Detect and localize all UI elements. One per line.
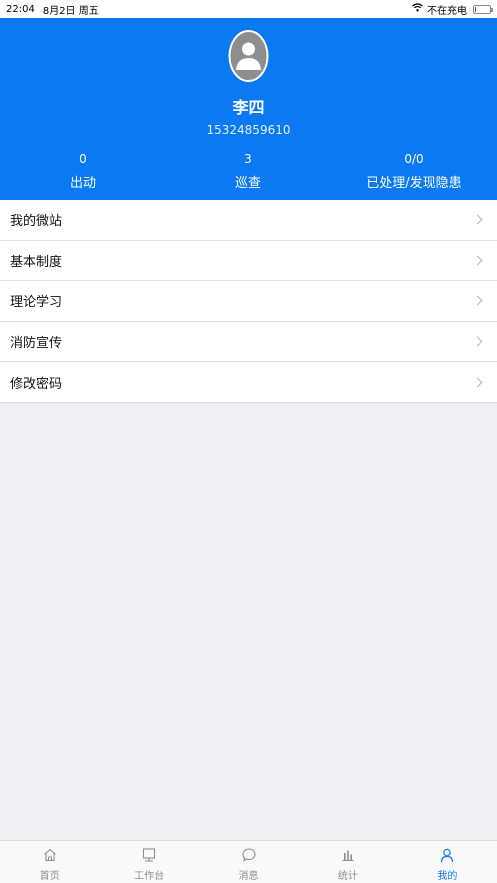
tab-statistics[interactable]: 统计 bbox=[298, 841, 397, 883]
menu-item-label: 基本制度 bbox=[10, 254, 63, 270]
menu-item-theory-study[interactable]: 理论学习 bbox=[0, 281, 497, 322]
chevron-right-icon bbox=[472, 336, 483, 347]
chevron-right-icon bbox=[472, 255, 483, 266]
desktop-icon bbox=[143, 848, 156, 862]
stat-value: 0/0 bbox=[404, 152, 424, 166]
tab-label: 我的 bbox=[437, 871, 458, 882]
chat-bubble-icon bbox=[241, 848, 256, 862]
profile-header: 李四 15324859610 0 出动 3 巡查 0/0 已处理/发现隐患 bbox=[0, 18, 497, 200]
tab-label: 工作台 bbox=[134, 871, 165, 882]
menu-item-fire-publicity[interactable]: 消防宣传 bbox=[0, 321, 497, 363]
menu-item-label: 理论学习 bbox=[10, 295, 63, 311]
menu-item-label: 我的微站 bbox=[10, 214, 63, 230]
stat-patrol[interactable]: 3 巡查 bbox=[168, 150, 328, 191]
charging-status: 不在充电 bbox=[427, 5, 467, 17]
stat-value: 0 bbox=[79, 152, 87, 166]
user-phone: 15324859610 bbox=[206, 123, 291, 137]
stat-dispatch[interactable]: 0 出动 bbox=[3, 150, 163, 191]
chevron-right-icon bbox=[472, 296, 483, 306]
user-name: 李四 bbox=[232, 98, 265, 117]
battery-icon bbox=[473, 4, 493, 14]
stat-value: 3 bbox=[244, 152, 252, 166]
battery-level bbox=[475, 6, 476, 12]
bar-chart-icon bbox=[342, 850, 354, 861]
menu-list: 我的微站 基本制度 理论学习 消防宣传 修改密码 bbox=[0, 200, 497, 403]
status-time: 22:04 bbox=[6, 3, 35, 15]
status-bar: 22:04 8月2日 周五 不在充电 bbox=[0, 0, 497, 18]
menu-item-label: 修改密码 bbox=[10, 376, 63, 392]
chevron-right-icon bbox=[472, 214, 483, 225]
tab-label: 统计 bbox=[337, 871, 358, 882]
tab-label: 首页 bbox=[39, 871, 60, 882]
stat-label: 巡查 bbox=[234, 176, 261, 191]
stat-hazards[interactable]: 0/0 已处理/发现隐患 bbox=[334, 150, 494, 191]
chevron-right-icon bbox=[472, 377, 483, 388]
menu-item-change-password[interactable]: 修改密码 bbox=[0, 362, 497, 403]
tab-bar: 首页 工作台 消息 统计 我的 bbox=[0, 840, 497, 883]
menu-item-basic-rules[interactable]: 基本制度 bbox=[0, 240, 497, 282]
stat-label: 出动 bbox=[69, 176, 96, 191]
avatar-icon bbox=[228, 30, 269, 82]
menu-item-label: 消防宣传 bbox=[10, 336, 63, 352]
tab-label: 消息 bbox=[238, 871, 259, 882]
status-date: 8月2日 周五 bbox=[42, 5, 99, 17]
stat-label: 已处理/发现隐患 bbox=[366, 176, 462, 191]
tab-home[interactable]: 首页 bbox=[0, 841, 99, 883]
wifi-icon bbox=[412, 3, 423, 15]
menu-item-my-station[interactable]: 我的微站 bbox=[0, 200, 497, 241]
person-icon bbox=[441, 848, 454, 863]
home-icon bbox=[43, 848, 56, 862]
tab-workbench[interactable]: 工作台 bbox=[99, 841, 198, 883]
tab-messages[interactable]: 消息 bbox=[199, 841, 298, 883]
tab-mine[interactable]: 我的 bbox=[398, 841, 497, 883]
avatar[interactable] bbox=[228, 30, 269, 82]
